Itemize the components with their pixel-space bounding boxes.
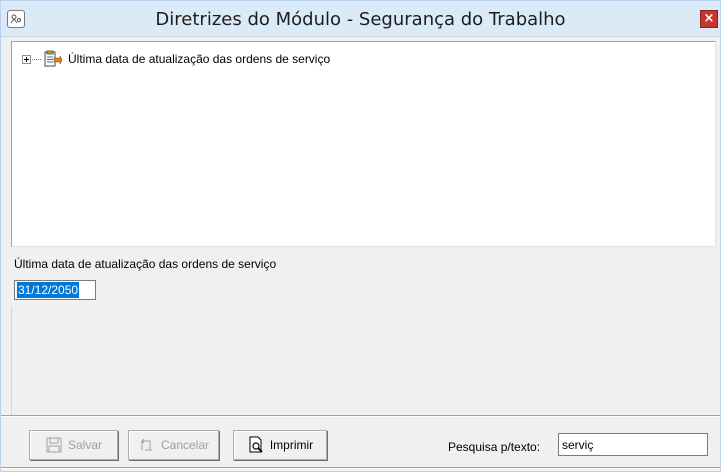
- save-icon: [46, 437, 62, 453]
- undo-icon: [141, 438, 152, 451]
- save-label: Salvar: [67, 438, 102, 452]
- bottom-border: [1, 467, 720, 469]
- tree-item-label: Última data de atualização das ordens de…: [68, 52, 331, 66]
- print-preview-icon: [249, 436, 263, 453]
- cancel-label: Cancelar: [160, 438, 210, 452]
- cancel-button[interactable]: Cancelar: [128, 430, 219, 460]
- title-bar[interactable]: Diretrizes do Módulo - Segurança do Trab…: [1, 1, 720, 37]
- date-field-label: Última data de atualização das ordens de…: [14, 257, 277, 271]
- tree-connector: [32, 58, 41, 60]
- guidelines-tree[interactable]: Última data de atualização das ordens de…: [11, 41, 716, 247]
- separator: [1, 415, 720, 417]
- update-date-value: 31/12/2050: [17, 282, 80, 298]
- tree-item[interactable]: Última data de atualização das ordens de…: [22, 50, 330, 68]
- save-button[interactable]: Salvar: [29, 430, 118, 460]
- module-guidelines-window: Diretrizes do Módulo - Segurança do Trab…: [0, 0, 721, 472]
- search-input[interactable]: [558, 433, 708, 456]
- expand-icon[interactable]: [22, 54, 31, 64]
- detail-area: [11, 307, 716, 415]
- bottom-toolbar: Salvar Cancelar Imprimir Pesquisa p/text…: [1, 418, 720, 471]
- document-edit-icon: [44, 50, 62, 67]
- print-button[interactable]: Imprimir: [233, 430, 327, 460]
- print-label: Imprimir: [269, 438, 314, 452]
- window-title: Diretrizes do Módulo - Segurança do Trab…: [155, 9, 566, 30]
- update-date-field[interactable]: 31/12/2050: [14, 280, 96, 300]
- search-label: Pesquisa p/texto:: [448, 440, 541, 454]
- close-button[interactable]: ×: [700, 10, 718, 28]
